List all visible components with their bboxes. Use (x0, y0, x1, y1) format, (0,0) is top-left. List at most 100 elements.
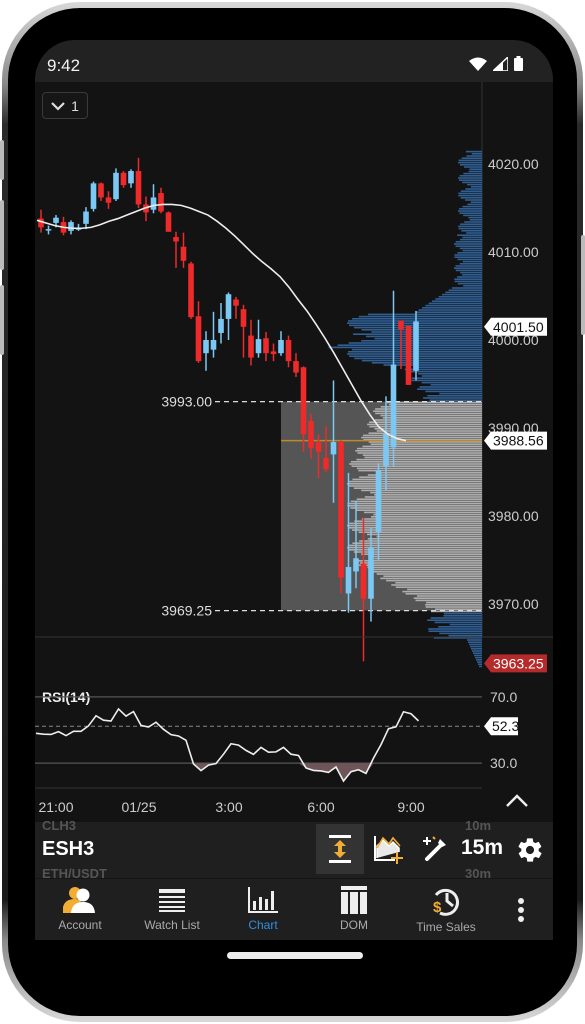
candle (113, 172, 119, 200)
collapse-indicators-button[interactable]: 1 (42, 92, 88, 119)
volume-profile-bar (460, 190, 482, 192)
chevron-up-icon[interactable] (505, 794, 529, 808)
chart-area[interactable]: 3993.00 3969.25 4020.00 4010.00 4000.00 399… (35, 82, 553, 822)
symbol-selector[interactable]: ESH3 (42, 838, 94, 861)
volume-profile-bar (382, 417, 482, 419)
gear-icon[interactable] (516, 836, 544, 864)
volume-profile-bar (406, 370, 482, 373)
volume-profile-bar (364, 496, 482, 498)
volume-profile-bar (455, 265, 482, 267)
volume-profile-bar (461, 230, 482, 232)
volume-profile-bar (430, 610, 482, 613)
price-chart[interactable]: 3993.00 3969.25 4020.004010.004000.00399… (35, 82, 553, 822)
more-vertical-icon[interactable] (517, 897, 525, 923)
nav-dom-label: DOM (340, 918, 368, 932)
auto-scale-button[interactable] (316, 824, 364, 874)
volume-profile-bar (457, 234, 482, 236)
volume-profile-bar (380, 577, 482, 580)
interval-prev[interactable]: 10m (465, 818, 491, 833)
volume-profile-bar (367, 474, 482, 476)
drawing-tools-button[interactable] (411, 824, 459, 874)
volume-profile-bar (367, 423, 482, 426)
volume-profile-bar (452, 287, 482, 289)
last-price-badge-text: 4001.50 (493, 319, 544, 335)
volume-profile-bar (371, 568, 482, 571)
candle (53, 217, 59, 223)
volume-profile-bar (351, 465, 482, 467)
volume-profile-bar (462, 260, 482, 263)
candle (188, 263, 194, 318)
volume-profile-bar (458, 177, 482, 179)
volume-profile-bar (469, 168, 482, 170)
volume-profile-bar (347, 502, 482, 505)
volume-profile-bar (347, 505, 482, 507)
volume-profile-bar (457, 282, 482, 285)
volume-profile-bar (465, 199, 482, 201)
app-screen: 9:42 3993.00 3969.25 4020.00 4010.00 4000.… (35, 40, 553, 970)
nav-time-sales[interactable]: $ Time Sales (401, 885, 491, 941)
volume-profile-bar (460, 223, 482, 225)
volume-profile-bar (435, 608, 482, 610)
volume-profile-bar (374, 337, 482, 340)
candle (128, 171, 134, 184)
home-indicator[interactable] (227, 952, 363, 959)
volume-profile-bar (411, 377, 482, 379)
volume-profile-bar (459, 175, 482, 177)
volume-profile-bar (425, 606, 482, 608)
volume-profile-bar (347, 546, 482, 549)
volume-profile-bar (429, 399, 482, 401)
battery-icon (514, 56, 523, 71)
time-tick-label: 9:00 (397, 799, 424, 815)
volume-profile-bar (463, 166, 482, 168)
volume-profile-bar (402, 590, 482, 593)
volume-profile-bar (374, 428, 482, 430)
candle (285, 340, 292, 362)
volume-profile-bar (376, 573, 482, 575)
candle (150, 197, 157, 210)
nav-time-sales-label: Time Sales (416, 920, 476, 934)
volume-profile-bar (478, 663, 482, 665)
nav-dom[interactable]: DOM (309, 885, 399, 941)
volume-profile-bar (328, 346, 482, 349)
volume-profile-bar (348, 480, 482, 483)
volume-profile-bar (462, 236, 482, 239)
volume-profile-bar (376, 535, 482, 538)
volume-profile-bar (428, 630, 482, 632)
candle (248, 335, 254, 358)
volume-profile-bar (439, 632, 482, 635)
nav-watch-list[interactable]: Watch List (127, 885, 217, 941)
volume-profile-bar (459, 164, 482, 166)
add-indicator-button[interactable] (365, 824, 413, 874)
volume-profile-bar (356, 498, 482, 500)
nav-account[interactable]: Account (35, 885, 125, 941)
symbol-prev[interactable]: CLH3 (42, 818, 76, 833)
phone-side-button (0, 140, 4, 180)
volume-profile-bar (418, 309, 482, 311)
volume-profile-bar (427, 395, 482, 397)
volume-profile-bar (458, 210, 482, 212)
time-tick-label: 3:00 (215, 799, 242, 815)
volume-profile-bar (459, 212, 482, 214)
volume-profile-bar (471, 153, 482, 155)
volume-profile-bar (467, 639, 482, 641)
price-tick-label: 4010.00 (488, 244, 539, 260)
volume-profile-bar (459, 263, 482, 265)
candle (368, 547, 374, 599)
nav-chart[interactable]: Chart (218, 885, 308, 941)
volume-profile-bar (356, 509, 482, 511)
volume-profile-bar (358, 315, 482, 318)
rsi-tick-label: 70.0 (490, 689, 517, 705)
candle (180, 246, 187, 261)
volume-profile-bar (465, 188, 482, 190)
volume-profile-bar (359, 540, 482, 542)
interval-selector[interactable]: 15m (461, 836, 503, 860)
candle (375, 470, 382, 532)
candle (135, 171, 142, 205)
volume-profile-bar (355, 450, 482, 452)
volume-profile-bar (428, 628, 482, 630)
rsi-badge-text: 52.3 (492, 718, 519, 734)
svg-text:$: $ (433, 899, 442, 916)
volume-profile-bar (395, 586, 482, 588)
volume-profile-bar (463, 172, 482, 175)
volume-profile-bar (350, 500, 482, 503)
